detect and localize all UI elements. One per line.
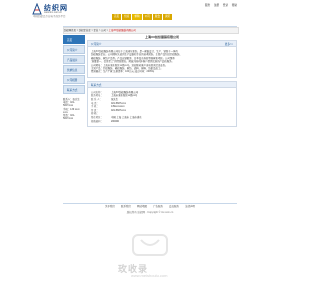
main-content: 上海XX纺织服装有限公司 公司简介 更多>> 上海XX纺织服装有限公司位于上海浦… bbox=[87, 35, 237, 130]
contact-panel-header: 联系方式 bbox=[88, 81, 236, 88]
nav-supply[interactable]: 供应 bbox=[122, 14, 132, 20]
footer-link-about[interactable]: 关于我们 bbox=[105, 204, 115, 209]
contact-grid: 公司名称： 上海XX纺织服装有限公司 联系地址： 上海市浦东新区xx路xx号 联 系… bbox=[91, 91, 233, 123]
nav-company[interactable]: 公司 bbox=[142, 14, 152, 20]
sidebar-item-trade[interactable]: 供求信息 bbox=[63, 65, 85, 74]
watermark-url: www.meishoulu.com bbox=[131, 273, 168, 278]
top-link-register[interactable]: 注册 bbox=[214, 4, 219, 7]
breadcrumb-item-2[interactable]: 企业 bbox=[94, 29, 99, 32]
sidebar-item-label: 产品展示 bbox=[67, 58, 78, 62]
nav-home[interactable]: 首页 bbox=[112, 14, 122, 20]
contact-value: 200000 bbox=[111, 119, 119, 123]
footer-copyright: 版权所有 纺织网 · Copyright © tnc.com.cn bbox=[126, 211, 174, 214]
footer-link-sitemap[interactable]: 网站地图 bbox=[137, 204, 147, 209]
sidebar-item-label: 供求信息 bbox=[67, 68, 78, 72]
top-link-help[interactable]: 帮助 bbox=[232, 4, 237, 7]
top-links: 服务 注册 登录 帮助 bbox=[205, 4, 240, 7]
breadcrumb-item-1[interactable]: 纺织企业库 bbox=[79, 29, 91, 32]
sidebar-contact-line: 传真：021-5827xxxx bbox=[63, 114, 75, 121]
main-nav: 首页 供应 求购 公司 展会 资讯 bbox=[112, 14, 173, 20]
intro-panel-body: 上海XX纺织服装有限公司位于上海浦东新区，是一家集设计、生产、销售于一体的 纺织… bbox=[88, 47, 236, 77]
sidebar-contact-box: 联系人：张先生 电话：021-5827xxxx 手机：139 xxxx xxxx… bbox=[63, 98, 85, 120]
breadcrumb-current: 上海XX纺织服装有限公司 bbox=[108, 29, 136, 32]
contact-panel: 联系方式 公司名称： 上海XX纺织服装有限公司 联系地址： 上海市浦东新区xx路xx… bbox=[87, 80, 237, 128]
sidebar-item-label: 首页 bbox=[67, 38, 73, 42]
top-link-service[interactable]: 服务 bbox=[205, 4, 210, 7]
breadcrumb-home[interactable]: 纺织网首页 bbox=[64, 29, 76, 32]
contact-panel-title: 联系方式 bbox=[91, 83, 102, 87]
sidebar-item-home[interactable]: 首页 bbox=[63, 35, 85, 44]
site-url: www.tnc.com.cn bbox=[44, 11, 63, 14]
intro-panel-header: 公司简介 更多>> bbox=[88, 41, 236, 47]
breadcrumb: 纺织网首页 > 纺织企业库 > 企业 > 公司 > 上海XX纺织服装有限公司 bbox=[63, 27, 239, 34]
contact-key: 邮政编码： bbox=[91, 119, 103, 123]
top-link-login[interactable]: 登录 bbox=[223, 4, 228, 7]
contact-panel-body: 公司名称： 上海XX纺织服装有限公司 联系地址： 上海市浦东新区xx路xx号 联 系… bbox=[88, 88, 236, 126]
sidebar-item-contact[interactable]: 联系方式 bbox=[63, 85, 85, 94]
footer-link-ads[interactable]: 广告服务 bbox=[153, 204, 163, 209]
intro-more-link[interactable]: 更多>> bbox=[225, 42, 233, 46]
sidebar-item-label: 公司简介 bbox=[67, 48, 78, 52]
footer-link-contact[interactable]: 联系我们 bbox=[121, 204, 131, 209]
sidebar-item-label: 公司相册 bbox=[67, 78, 78, 82]
intro-panel-title: 公司简介 bbox=[91, 43, 102, 46]
footer-links: 关于我们 联系我们 网站地图 广告服务 会员服务 法律声明 bbox=[63, 203, 237, 209]
breadcrumb-item-3[interactable]: 公司 bbox=[101, 29, 106, 32]
site-logo[interactable] bbox=[32, 2, 42, 15]
footer-link-legal[interactable]: 法律声明 bbox=[185, 204, 195, 209]
nav-buy[interactable]: 求购 bbox=[132, 14, 142, 20]
nav-exhibition[interactable]: 展会 bbox=[152, 14, 162, 20]
site-slogan: 中国纺织品专业电子商务平台 bbox=[33, 15, 66, 18]
nav-news[interactable]: 资讯 bbox=[162, 14, 173, 20]
intro-panel: 公司简介 更多>> 上海XX纺织服装有限公司位于上海浦东新区，是一家集设计、生产… bbox=[87, 40, 237, 78]
watermark-logo bbox=[119, 232, 181, 258]
sidebar-item-album[interactable]: 公司相册 bbox=[63, 75, 85, 84]
sidebar-item-intro[interactable]: 公司简介 bbox=[63, 45, 85, 54]
sidebar-item-products[interactable]: 产品展示 bbox=[63, 55, 85, 64]
footer-link-membership[interactable]: 会员服务 bbox=[169, 204, 179, 209]
intro-line: 经营模式：生产厂家 注册资本：100万元 成立时间：2005年 bbox=[91, 70, 155, 74]
sidebar: 首页 公司简介 产品展示 供求信息 公司相册 联系方式 联系人：张先生 电话：0… bbox=[63, 35, 85, 120]
sidebar-item-label: 联系方式 bbox=[67, 88, 78, 92]
